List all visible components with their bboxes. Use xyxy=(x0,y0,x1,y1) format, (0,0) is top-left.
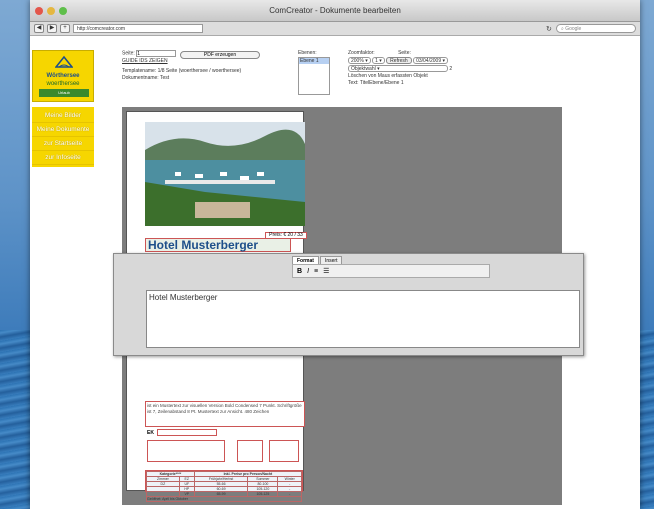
hotel-lake-photo[interactable] xyxy=(145,122,305,226)
search-placeholder: Google xyxy=(565,26,582,32)
chevron-down-icon: ▾ xyxy=(365,58,368,64)
maximize-window-button[interactable] xyxy=(59,7,67,15)
address-bar[interactable]: http://comcreator.com xyxy=(73,24,203,33)
layer-item[interactable]: Ebene 1 xyxy=(299,58,329,64)
chevron-down-icon: ▾ xyxy=(377,65,380,72)
zoom-select[interactable]: 200% ▾ xyxy=(348,57,371,64)
window-title: ComCreator - Dokumente bearbeiten xyxy=(269,6,401,15)
layer-hint: Text: TitelEbene/Ebene 1 xyxy=(348,79,404,86)
zoom-page-label: Seite: xyxy=(398,50,411,56)
window-controls xyxy=(35,7,67,15)
refresh-button[interactable]: Refresh xyxy=(386,57,412,64)
logo-badge: Urlaub xyxy=(39,89,89,97)
nav-item-meine-bilder[interactable]: Meine Bilder xyxy=(32,109,94,123)
layers-panel: Ebenen: Ebene 1 xyxy=(298,50,330,95)
document-name: Dokumentname: Test xyxy=(122,74,170,81)
zoom-value: 200% xyxy=(351,58,364,64)
layers-label: Ebenen: xyxy=(298,50,317,56)
logo-mark-icon xyxy=(55,55,73,68)
italic-button[interactable]: I xyxy=(307,268,309,275)
logo-text-main: Wörthersee xyxy=(46,73,80,79)
page-select[interactable]: 1 ▾ xyxy=(372,57,385,64)
logo-text-sub: woerthersee xyxy=(46,81,80,87)
table-footer-row: Geöffnet: April bis Oktober xyxy=(146,496,302,502)
empty-image-box[interactable] xyxy=(237,440,263,462)
layers-list[interactable]: Ebene 1 xyxy=(298,57,330,95)
nav-item-infoseite[interactable]: zur Infoseite xyxy=(32,151,94,165)
minimize-window-button[interactable] xyxy=(47,7,55,15)
forward-button[interactable]: ▶ xyxy=(47,24,57,33)
browser-toolbar: ◀ ▶ + http://comcreator.com ↻ ⌕ Google xyxy=(30,22,640,36)
hotel-title-field[interactable]: Hotel Musterberger xyxy=(145,238,291,252)
date-value: 03/04/2009 xyxy=(416,58,442,64)
delete-hint: Löschen von Maus erfassten Objekt xyxy=(348,72,428,79)
search-icon: ⌕ xyxy=(561,26,564,32)
object-count: 2 xyxy=(449,65,453,72)
back-button[interactable]: ◀ xyxy=(34,24,44,33)
title-bar: ComCreator - Dokumente bearbeiten xyxy=(30,0,640,22)
zoom-label: Zoomfaktor: xyxy=(348,50,375,56)
empty-image-box[interactable] xyxy=(269,440,299,462)
pdf-generate-button[interactable]: PDF erzeugen xyxy=(180,51,260,59)
bold-button[interactable]: B xyxy=(297,268,302,275)
nav-item-startseite[interactable]: zur Startseite xyxy=(32,137,94,151)
nav-item-meine-dokumente[interactable]: Meine Dokumente xyxy=(32,123,94,137)
price-table[interactable]: Kategorie**** Inkl. Preise pro Person/Na… xyxy=(145,470,303,502)
editor-textarea[interactable]: Hotel Musterberger xyxy=(146,290,580,348)
add-bookmark-button[interactable]: + xyxy=(60,24,70,33)
page-input[interactable] xyxy=(136,50,177,57)
template-name: Templatename: 1/8 Seite (woerthersee / w… xyxy=(122,67,242,74)
object-select-label: Objektwahl xyxy=(351,65,376,72)
object-select[interactable]: Objektwahl ▾ xyxy=(348,64,448,72)
zoom-controls: Zoomfaktor: Seite: 200% ▾ 1 ▾ Refresh 03… xyxy=(348,50,452,87)
table-footer-note: Geöffnet: April bis Oktober xyxy=(146,496,302,502)
editor-toolbar: B I ≡ ☰ xyxy=(292,264,490,278)
search-field[interactable]: ⌕ Google xyxy=(556,24,636,33)
ek-label: EK xyxy=(147,430,154,436)
page-label: Seite: xyxy=(122,50,135,57)
close-window-button[interactable] xyxy=(35,7,43,15)
ek-input-field[interactable] xyxy=(157,429,217,436)
list-icon[interactable]: ≡ xyxy=(314,268,318,275)
page-select-value: 1 xyxy=(375,58,378,64)
description-text-field[interactable]: ist ein Mustertext zur visuellen Version… xyxy=(145,401,305,427)
chevron-down-icon: ▾ xyxy=(442,58,446,64)
empty-text-box[interactable] xyxy=(147,440,225,462)
chevron-down-icon: ▾ xyxy=(379,58,382,64)
sidebar-nav: Meine Bilder Meine Dokumente zur Startse… xyxy=(32,107,94,167)
numbered-list-icon[interactable]: ☰ xyxy=(323,267,329,275)
reload-icon[interactable]: ↻ xyxy=(546,25,552,33)
date-select[interactable]: 03/04/2009 ▾ xyxy=(413,57,449,64)
logo[interactable]: Wörthersee woerthersee Urlaub xyxy=(32,50,94,102)
